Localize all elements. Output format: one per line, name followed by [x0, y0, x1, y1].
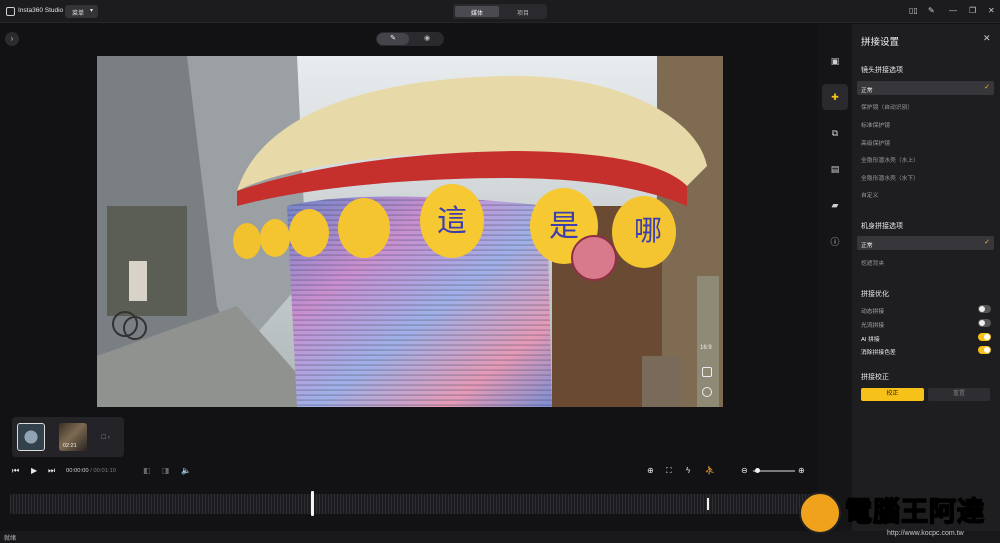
timeline-track[interactable] [10, 494, 818, 514]
stitch-settings-panel: 拼接设置 ✕ 镜头拼接选项 正常 ✓ 保护镜（自动识别） 标准保护镜 高级保护镜… [852, 24, 1000, 543]
optical-flow-switch[interactable] [978, 319, 991, 327]
mark-in-icon[interactable]: ◧ [143, 466, 151, 476]
check-icon: ✓ [984, 239, 990, 246]
add-keyframe-icon[interactable]: ⊕ [647, 466, 654, 476]
track-icon[interactable]: ⛹ [705, 466, 715, 476]
body-option-clip[interactable]: 挖遮背夹 [857, 254, 994, 268]
preview-area: › ✎ ◉ 這 是 哪 16:9 [0, 24, 818, 419]
title-bar: Insta360 Studio 菜单 ▾ 媒体 项目 ▯▯ ✎ — ❐ ✕ [0, 0, 1000, 23]
clip-select-icon[interactable]: ☐ ‹ [101, 434, 110, 441]
info-icon[interactable]: ⓘ [822, 228, 848, 254]
site-watermark: 電腦王阿達 http://www.kocpc.com.tw [797, 488, 1000, 543]
lens-option-standard[interactable]: 标准保护镜 [857, 116, 994, 130]
playhead[interactable] [311, 491, 314, 516]
panorama-preview[interactable]: 這 是 哪 16:9 [97, 56, 723, 407]
transport-bar: ⏮ ▶ ⏭ 00:00:00 / 00:01:10 ◧ ◨ 🔈 ⊕ ⛶ ϟ ⛹ … [0, 460, 852, 482]
trim-end-marker[interactable] [707, 498, 709, 510]
lens-option-dive-under[interactable]: 全隐形潜水壳（水下） [857, 169, 994, 183]
menu-label: 菜单 [72, 11, 85, 17]
lens-option-custom[interactable]: 自定义 [857, 186, 994, 200]
close-panel-icon[interactable]: ✕ [983, 33, 991, 44]
total-time: / 00:01:10 [90, 468, 116, 474]
watermark-url: http://www.kocpc.com.tw [887, 530, 964, 537]
color-diff-switch[interactable] [978, 346, 991, 354]
expand-icon[interactable]: › [5, 32, 19, 46]
eye-icon[interactable]: ◉ [411, 33, 443, 45]
app-title: Insta360 Studio [18, 7, 64, 14]
current-time: 00:00:00 [66, 468, 89, 474]
lens-option-dive-above[interactable]: 全隐形潜水壳（水上） [857, 151, 994, 165]
dynamic-stitch-switch[interactable] [978, 305, 991, 313]
menu-button[interactable]: 菜单 ▾ [65, 5, 98, 18]
calibration-section-title: 拼接校正 [861, 374, 889, 381]
status-text: 就绪 [4, 536, 17, 542]
app-logo-icon [6, 7, 15, 16]
stitch-puzzle-icon[interactable]: ✚ [822, 84, 848, 110]
toggle-row-dynamic: 动态拼接 [861, 305, 991, 315]
check-icon: ✓ [984, 84, 990, 91]
toggle-row-color: 消除拼接色差 [861, 346, 991, 356]
camera-icon[interactable]: ▣ [822, 48, 848, 74]
skip-forward-icon[interactable]: ⏭ [48, 466, 55, 476]
mark-out-icon[interactable]: ◨ [162, 466, 170, 476]
minimize-icon[interactable]: — [949, 6, 957, 16]
zoom-in-icon[interactable]: ⊕ [798, 466, 805, 476]
lantern-char-2: 是 [549, 209, 579, 244]
view-tabs: 媒体 项目 [453, 4, 547, 19]
clip-thumbnail[interactable] [17, 423, 45, 451]
watermark-text: 電腦王阿達 [844, 496, 985, 529]
calibrate-button[interactable]: 校正 [861, 388, 924, 401]
flash-icon[interactable]: ϟ [686, 466, 690, 476]
lantern-char-1: 這 [437, 204, 467, 239]
skip-back-icon[interactable]: ⏮ [12, 466, 19, 476]
optimize-section-title: 拼接优化 [861, 291, 889, 298]
ai-stitch-switch[interactable] [978, 333, 991, 341]
metadata-icon[interactable]: ▤ [822, 156, 848, 182]
mode-toggle: ✎ ◉ [376, 32, 444, 46]
clip-duration: 02:21 [63, 443, 77, 449]
lantern-char-3: 哪 [634, 214, 662, 247]
panel-title: 拼接设置 [861, 37, 900, 48]
chevron-down-icon: ▾ [89, 8, 93, 14]
lens-option-premium[interactable]: 高级保护镜 [857, 134, 994, 148]
aspect-ratio-label[interactable]: 16:9 [700, 345, 712, 351]
play-icon[interactable]: ▶ [31, 466, 37, 476]
body-option-normal[interactable]: 正常 ✓ [857, 236, 994, 250]
toggle-row-ai: AI 拼接 [861, 333, 991, 343]
street-scene-image: 這 是 哪 [97, 56, 723, 407]
storage-icon[interactable]: ▰ [822, 192, 848, 218]
reset-button[interactable]: 重置 [928, 388, 990, 401]
screenshot-icon[interactable] [702, 367, 712, 377]
tab-media[interactable]: 媒体 [455, 6, 499, 17]
lens-section-title: 镜头拼接选项 [861, 67, 903, 74]
book-icon[interactable]: ▯▯ [909, 6, 918, 16]
restore-icon[interactable]: ❐ [969, 6, 976, 16]
zoom-out-icon[interactable]: ⊖ [741, 466, 748, 476]
reframe-icon[interactable]: ⛶ [666, 466, 672, 476]
tab-project[interactable]: 项目 [501, 6, 545, 17]
feedback-icon[interactable]: ✎ [928, 6, 935, 16]
timecode: 00:00:00 / 00:01:10 [66, 468, 116, 474]
clip-strip: 02:21 ☐ ‹ [12, 417, 124, 457]
export-icon[interactable]: ⧉ [822, 120, 848, 146]
edit-mode-icon[interactable]: ✎ [377, 33, 409, 45]
zoom-slider-handle[interactable] [755, 468, 760, 473]
volume-icon[interactable]: 🔈 [181, 466, 191, 476]
fullscreen-icon[interactable] [702, 387, 712, 397]
lens-option-normal[interactable]: 正常 ✓ [857, 81, 994, 95]
mascot-logo-icon [799, 492, 841, 534]
toggle-row-optical-flow: 光流拼接 [861, 319, 991, 329]
close-icon[interactable]: ✕ [988, 6, 995, 16]
body-section-title: 机身拼接选项 [861, 223, 903, 230]
lens-option-auto[interactable]: 保护镜（自动识别） [857, 98, 994, 112]
